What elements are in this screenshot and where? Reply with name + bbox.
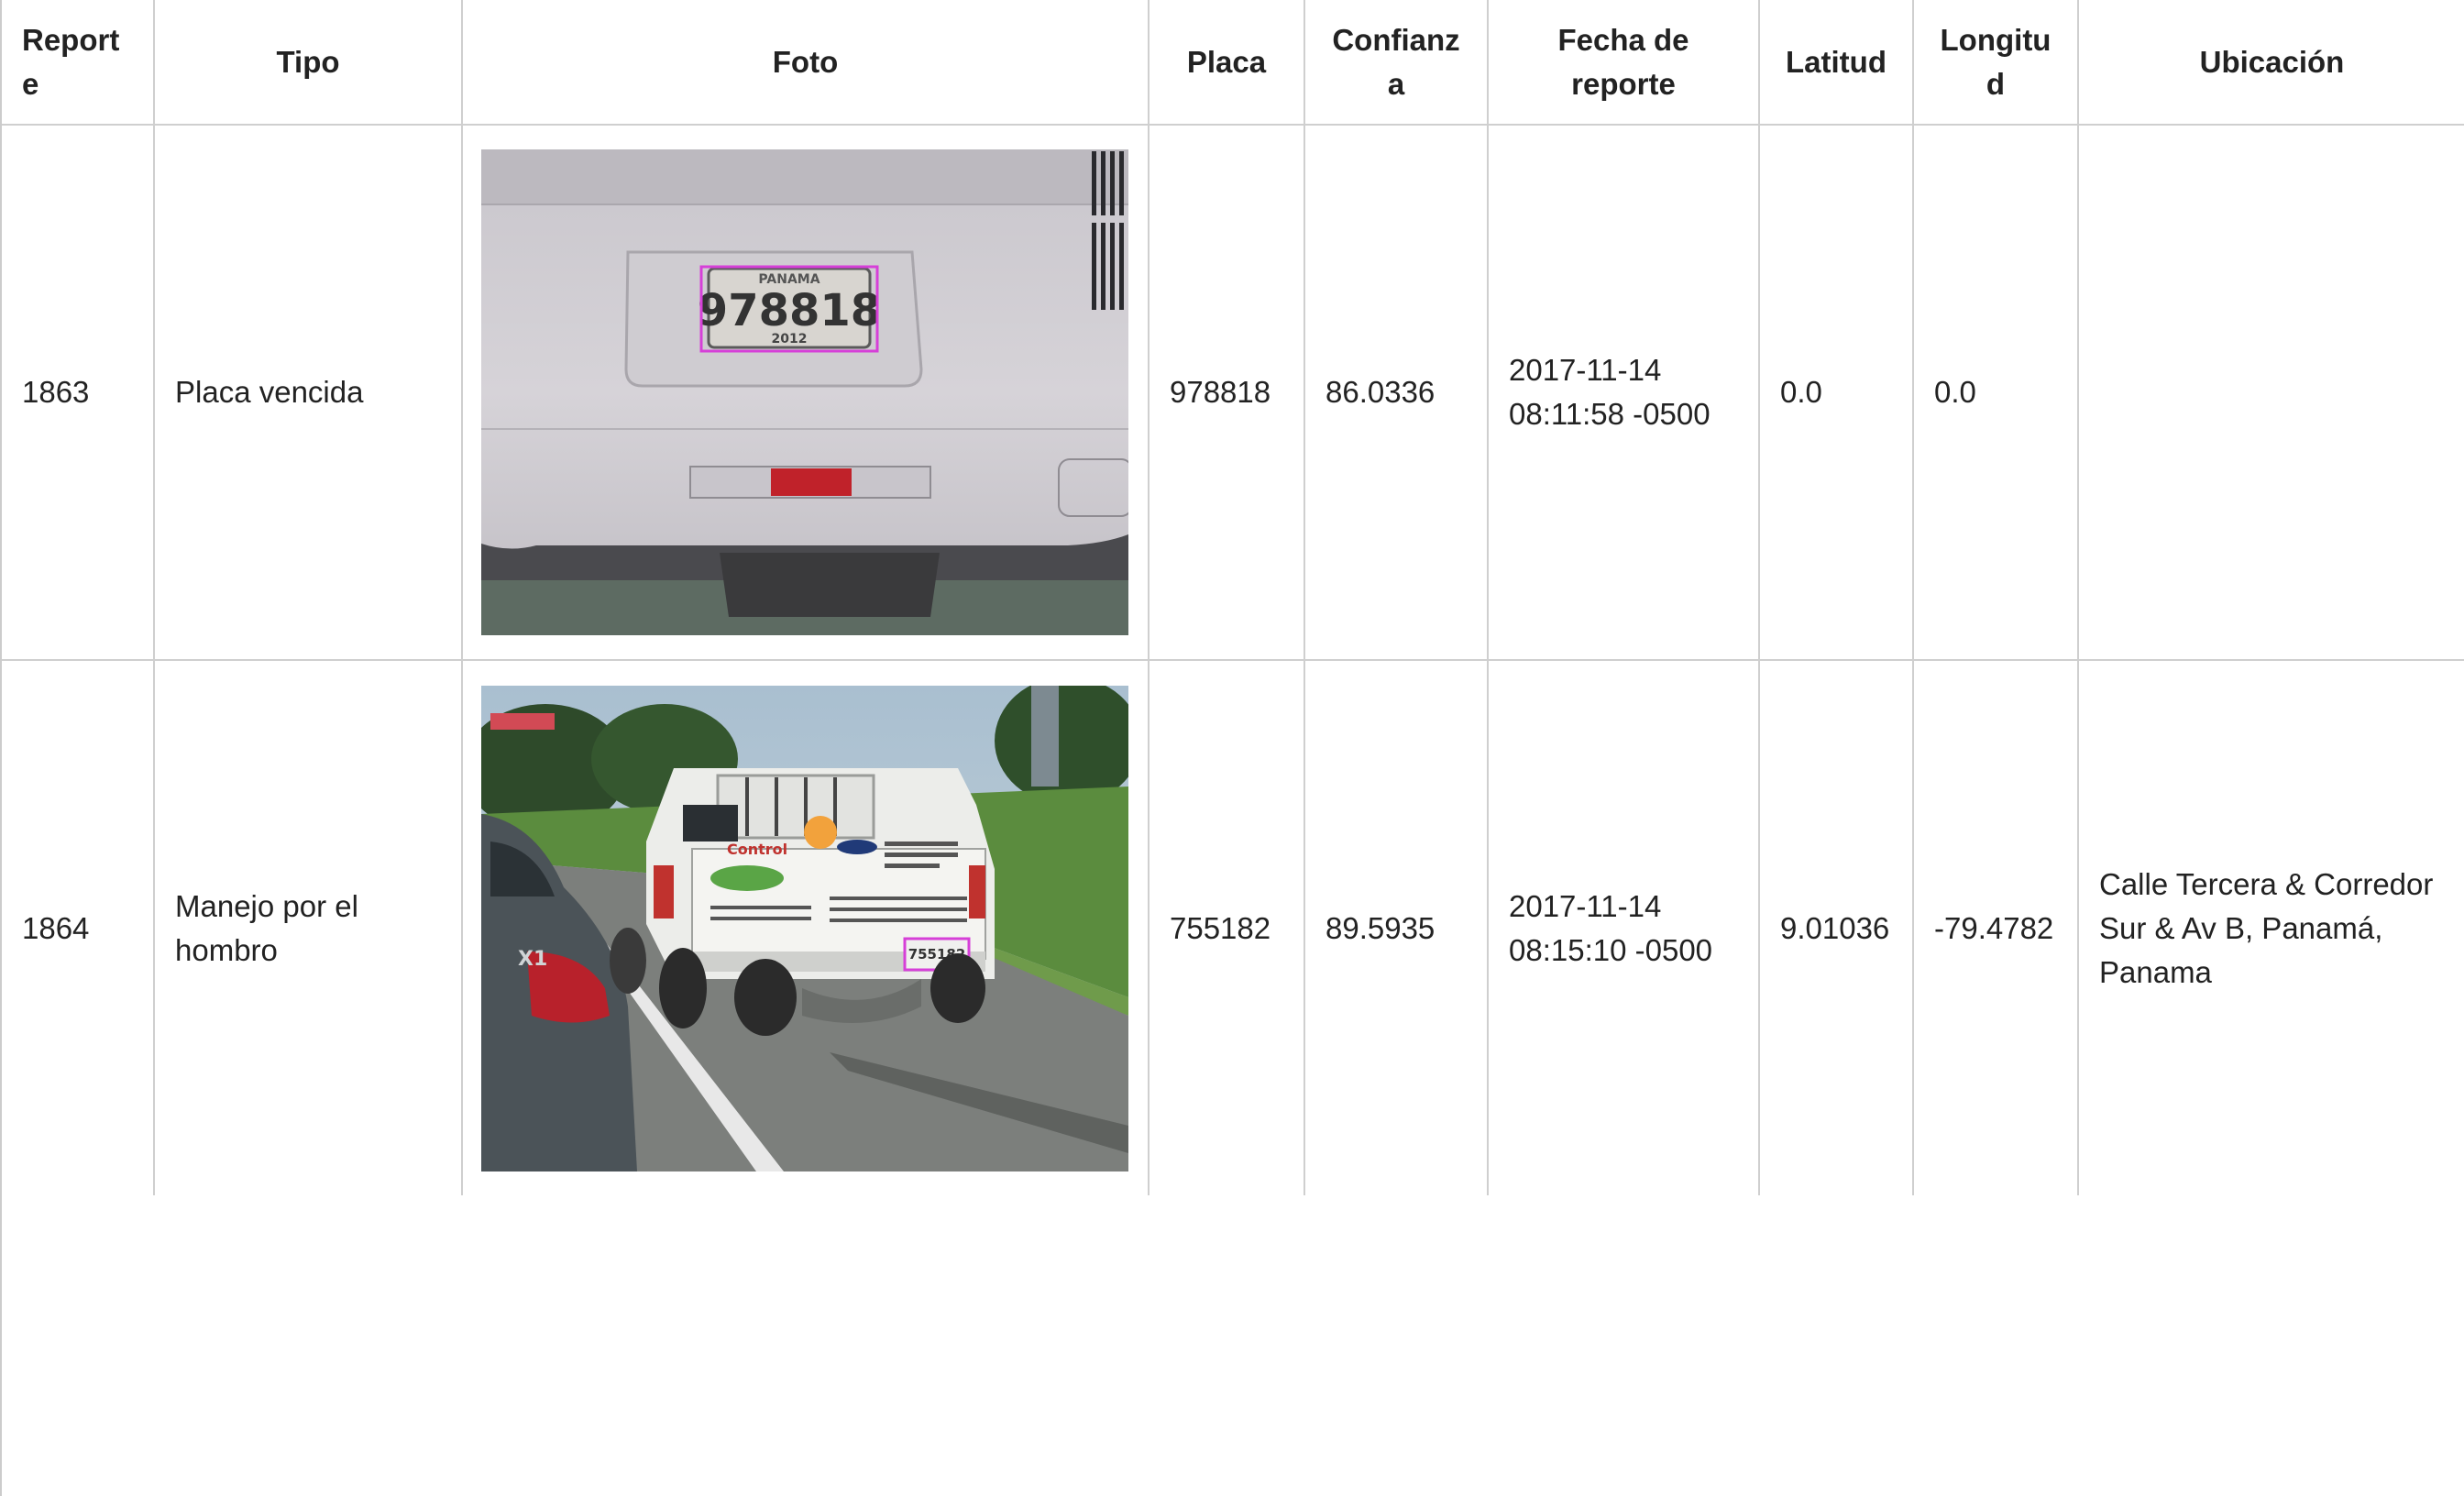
cell-placa: 755182 [1149,660,1305,1195]
cell-confianza: 89.5935 [1304,660,1489,1195]
cell-reporte: 1864 [2,660,155,1195]
cell-ubicacion: Calle Tercera & Corredor Sur & Av B, Pan… [2078,660,2464,1195]
cell-longitud: -79.4782 [1913,660,2079,1195]
table-row: 1864 Manejo por el hombro X1 Control 755… [2,660,2464,1195]
header-foto: Foto [462,0,1150,126]
header-fecha: Fecha de reporte [1488,0,1760,126]
report-photo-bus-plate[interactable]: PANAMA 978818 2012 [481,149,1128,635]
table-row: 1863 Placa vencida PANAMA 978818 2012 97… [2,125,2464,661]
table-header-row: Reporte Tipo Foto Placa Confianza Fecha … [2,0,2464,126]
cell-latitud: 0.0 [1759,125,1914,661]
header-longitud: Longitud [1913,0,2079,126]
reports-table: Reporte Tipo Foto Placa Confianza Fecha … [2,0,2464,1195]
cell-foto: PANAMA 978818 2012 [462,125,1150,661]
cell-tipo: Placa vencida [154,125,463,661]
cell-ubicacion [2078,125,2464,661]
cell-placa: 978818 [1149,125,1305,661]
bus-plate-number: 978818 [698,285,881,336]
fecha-time: 08:11:58 -0500 [1509,397,1710,431]
cell-fecha: 2017-11-14 08:11:58 -0500 [1488,125,1760,661]
fecha-date: 2017-11-14 [1509,888,1662,923]
header-ubicacion: Ubicación [2078,0,2464,126]
cell-tipo: Manejo por el hombro [154,660,463,1195]
svg-text:2012: 2012 [772,332,808,346]
cell-longitud: 0.0 [1913,125,2079,661]
header-latitud: Latitud [1759,0,1914,126]
cell-fecha: 2017-11-14 08:15:10 -0500 [1488,660,1760,1195]
header-placa: Placa [1149,0,1305,126]
header-confianza: Confianza [1304,0,1489,126]
suv-badge: X1 [518,948,547,971]
cell-latitud: 9.01036 [1759,660,1914,1195]
cell-reporte: 1863 [2,125,155,661]
fecha-date: 2017-11-14 [1509,353,1662,387]
header-tipo: Tipo [154,0,463,126]
fecha-time: 08:15:10 -0500 [1509,932,1713,967]
reports-table-container: Reporte Tipo Foto Placa Confianza Fecha … [0,0,2464,1496]
cell-confianza: 86.0336 [1304,125,1489,661]
header-reporte: Reporte [2,0,155,126]
cell-foto: X1 Control 755182 [462,660,1150,1195]
truck-brand-text: Control [727,841,787,858]
report-photo-pickup-truck[interactable]: X1 Control 755182 [481,685,1128,1172]
